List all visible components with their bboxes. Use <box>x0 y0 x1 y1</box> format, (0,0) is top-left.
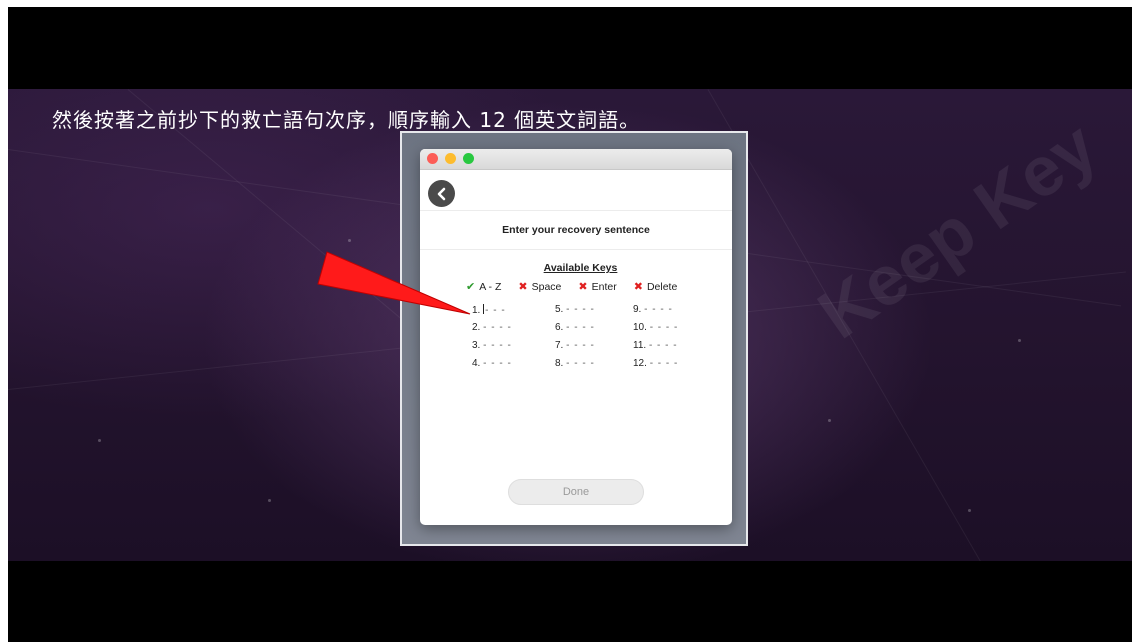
checkmark-icon: ✔ <box>466 281 476 293</box>
word-slot-1[interactable]: 1. - - - <box>472 304 506 316</box>
minimize-window-icon[interactable] <box>445 153 456 164</box>
key-delete: ✖ Delete <box>633 280 678 294</box>
app-screenshot-inset: Enter your recovery sentence Available K… <box>400 131 748 546</box>
page-heading: Enter your recovery sentence <box>502 224 650 236</box>
key-space: ✖ Space <box>518 280 562 294</box>
close-window-icon[interactable] <box>427 153 438 164</box>
word-slot-9[interactable]: 9. - - - - <box>633 304 673 315</box>
word-slot-6[interactable]: 6. - - - - <box>555 322 595 333</box>
chevron-left-icon <box>437 187 445 200</box>
cross-icon: ✖ <box>518 281 528 293</box>
window-titlebar <box>420 149 732 170</box>
key-a-z: ✔ A - Z <box>466 280 502 294</box>
word-slot-3[interactable]: 3. - - - - <box>472 340 512 351</box>
word-slot-10[interactable]: 10. - - - - <box>633 322 678 333</box>
cross-icon: ✖ <box>633 281 643 293</box>
available-keys-list: ✔ A - Z ✖ Space ✖ Enter ✖ Delete <box>466 280 706 294</box>
word-slot-8[interactable]: 8. - - - - <box>555 358 595 369</box>
word-slot-12[interactable]: 12. - - - - <box>633 358 678 369</box>
maximize-window-icon[interactable] <box>463 153 474 164</box>
text-cursor <box>483 304 485 314</box>
available-keys-title: Available Keys <box>543 262 618 274</box>
done-button[interactable]: Done <box>508 479 644 505</box>
word-slot-5[interactable]: 5. - - - - <box>555 304 595 315</box>
word-slot-11[interactable]: 11. - - - - <box>633 340 678 351</box>
word-slot-7[interactable]: 7. - - - - <box>555 340 595 351</box>
back-button[interactable] <box>428 180 455 207</box>
cross-icon: ✖ <box>578 281 588 293</box>
app-window: Enter your recovery sentence Available K… <box>420 149 732 525</box>
word-slot-4[interactable]: 4. - - - - <box>472 358 512 369</box>
caption-text: 然後按著之前抄下的救亡語句次序，順序輸入 12 個英文詞語。 <box>52 108 641 132</box>
word-slot-2[interactable]: 2. - - - - <box>472 322 512 333</box>
brand-watermark: Keep Key <box>804 106 1111 354</box>
key-enter: ✖ Enter <box>578 280 617 294</box>
